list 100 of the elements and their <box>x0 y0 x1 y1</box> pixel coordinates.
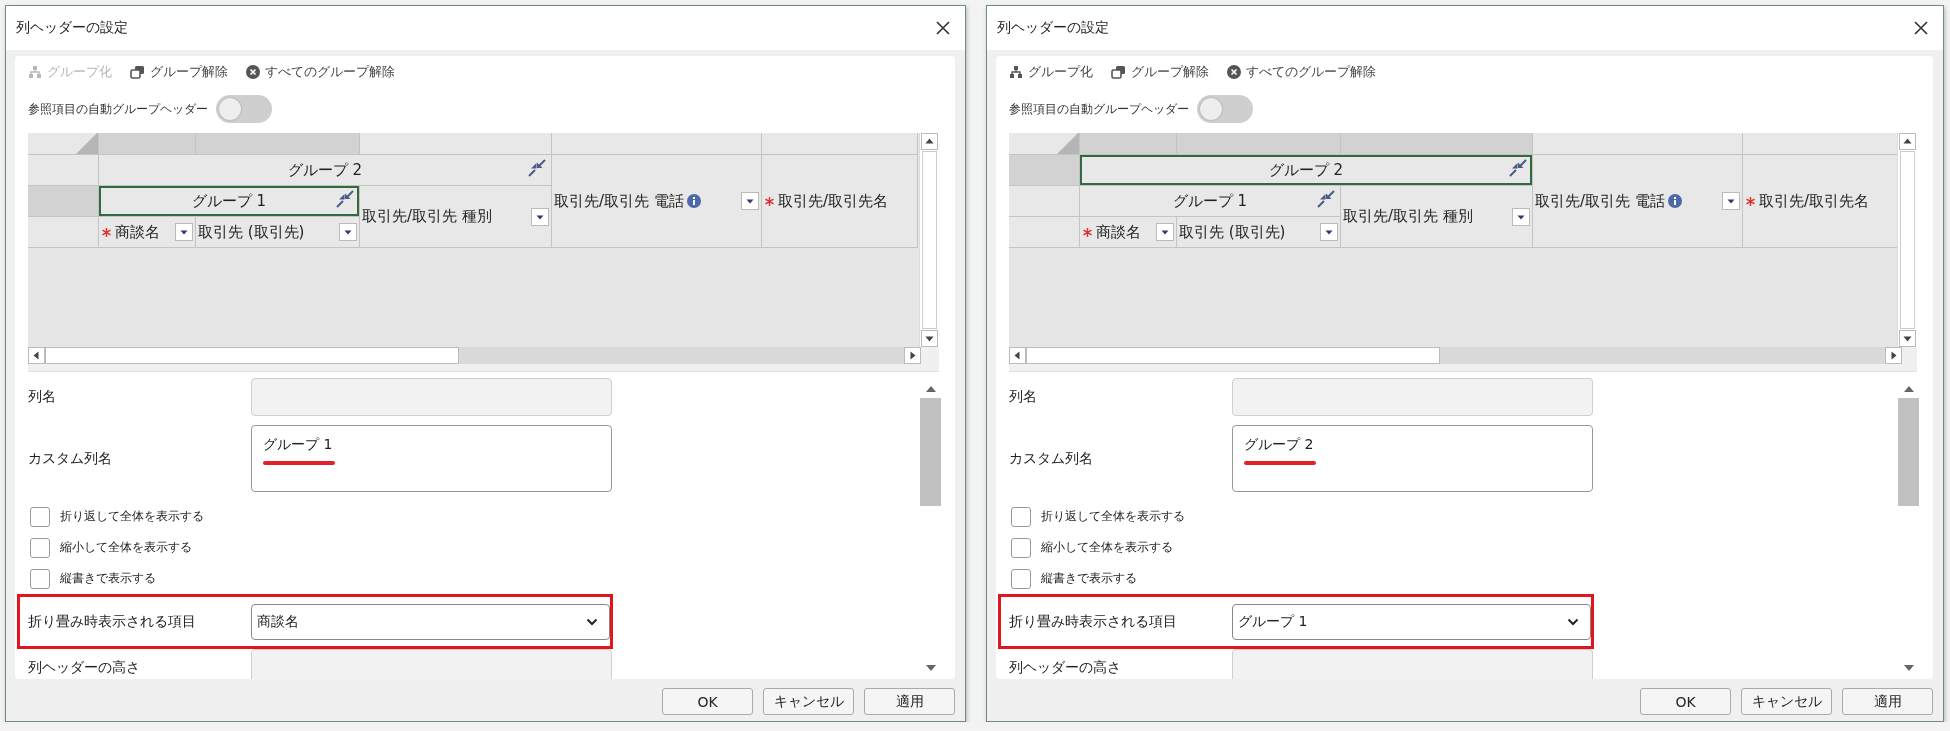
dropdown-button[interactable] <box>1512 207 1530 226</box>
column-selector-cell[interactable] <box>360 133 552 155</box>
column-header[interactable]: 取引先/取引先 種別 <box>360 186 552 248</box>
scroll-thumb[interactable] <box>920 398 941 506</box>
column-header-label: 取引先 (取引先) <box>1179 222 1286 242</box>
dialog-title: 列ヘッダーの設定 <box>16 19 128 37</box>
dropdown-button[interactable] <box>339 223 357 241</box>
checkbox[interactable] <box>30 568 50 589</box>
scroll-right-icon[interactable] <box>1885 347 1902 364</box>
horizontal-scrollbar[interactable] <box>1009 347 1902 364</box>
scroll-left-icon[interactable] <box>1009 347 1026 364</box>
toggle-label: 参照項目の自動グループヘッダー <box>28 100 208 118</box>
row-selector-cell[interactable] <box>1009 155 1080 186</box>
scroll-up-icon[interactable] <box>1902 384 1915 394</box>
dropdown-button[interactable] <box>1722 192 1740 210</box>
group-header[interactable]: グループ 2 <box>1080 155 1533 186</box>
dropdown-button[interactable] <box>1320 223 1338 241</box>
checkbox[interactable] <box>30 537 50 558</box>
collapse-icon[interactable] <box>528 159 546 177</box>
dialog-button[interactable]: キャンセル <box>1741 688 1832 715</box>
toolbar-button[interactable]: グループ解除 <box>1111 63 1209 81</box>
horizontal-scrollbar[interactable] <box>28 347 921 364</box>
toggle-label: 参照項目の自動グループヘッダー <box>1009 100 1189 118</box>
scroll-thumb[interactable] <box>1898 398 1919 506</box>
group-header[interactable]: グループ 1 <box>99 186 360 217</box>
dialog-button[interactable]: キャンセル <box>763 688 854 715</box>
text-area[interactable]: グループ 1 <box>251 425 612 492</box>
text-area[interactable]: グループ 2 <box>1232 425 1593 492</box>
field-label: 列名 <box>28 388 57 406</box>
column-selector-cell[interactable] <box>1080 133 1177 155</box>
row-selector-cell[interactable] <box>1009 186 1080 217</box>
column-header[interactable]: 取引先 (取引先) <box>196 217 360 248</box>
scroll-down-icon[interactable] <box>1902 663 1915 673</box>
checkbox[interactable] <box>1011 506 1031 527</box>
dialog-button[interactable]: 適用 <box>1842 688 1933 715</box>
select-field[interactable]: 商談名 <box>251 603 610 640</box>
row-selector-cell[interactable] <box>28 155 99 186</box>
dropdown-button[interactable] <box>741 192 759 210</box>
column-header[interactable]: 商談名 <box>1080 217 1177 248</box>
vertical-scrollbar[interactable] <box>919 133 939 347</box>
group-header-label: グループ 2 <box>1268 160 1344 180</box>
scroll-up-icon[interactable] <box>921 133 938 150</box>
scroll-thumb[interactable] <box>1026 347 1441 364</box>
toolbar-button[interactable]: グループ解除 <box>130 63 228 81</box>
dropdown-button[interactable] <box>1156 223 1174 241</box>
column-header[interactable]: 取引先/取引先 電話 <box>1533 155 1743 248</box>
scroll-right-icon[interactable] <box>904 347 921 364</box>
dropdown-button[interactable] <box>531 207 549 226</box>
close-icon[interactable] <box>935 20 951 36</box>
dropdown-button[interactable] <box>175 223 193 241</box>
copy-icon <box>130 65 145 79</box>
scroll-up-icon[interactable] <box>1899 133 1916 150</box>
dialog-button[interactable]: OK <box>1640 688 1731 715</box>
checkbox[interactable] <box>30 506 50 527</box>
collapse-icon[interactable] <box>1317 190 1335 208</box>
column-selector-cell[interactable] <box>1341 133 1533 155</box>
dialog-button[interactable]: 適用 <box>864 688 955 715</box>
close-icon[interactable] <box>1913 20 1929 36</box>
toggle-switch[interactable] <box>216 95 272 123</box>
row-selector-cell[interactable] <box>28 186 99 217</box>
column-header[interactable]: 取引先 (取引先) <box>1177 217 1341 248</box>
column-header[interactable]: 取引先/取引先 電話 <box>552 155 762 248</box>
vertical-scrollbar[interactable] <box>1897 133 1917 347</box>
checkbox-label: 折り返して全体を表示する <box>60 508 204 525</box>
column-selector-cell[interactable] <box>1533 133 1743 155</box>
column-header[interactable]: 取引先/取引先 種別 <box>1341 186 1533 248</box>
select-all-cell[interactable] <box>1009 133 1080 155</box>
dialog-button[interactable]: OK <box>662 688 753 715</box>
column-selector-cell[interactable] <box>196 133 360 155</box>
scroll-thumb[interactable] <box>45 347 460 364</box>
toggle-switch[interactable] <box>1197 95 1253 123</box>
column-selector-cell[interactable] <box>762 133 918 155</box>
toolbar-button[interactable]: すべてのグループ解除 <box>246 63 395 81</box>
column-selector-cell[interactable] <box>99 133 196 155</box>
column-selector-cell[interactable] <box>552 133 762 155</box>
column-selector-cell[interactable] <box>1177 133 1341 155</box>
field-label: 折り畳み時表示される項目 <box>28 612 197 631</box>
toolbar-button[interactable]: グループ化 <box>1009 63 1093 81</box>
scroll-left-icon[interactable] <box>28 347 45 364</box>
field-label: 折り畳み時表示される項目 <box>1009 612 1178 631</box>
row-selector-cell[interactable] <box>1009 217 1080 248</box>
select-all-cell[interactable] <box>28 133 99 155</box>
required-icon <box>1082 226 1093 238</box>
field-label: 列名 <box>1009 388 1038 406</box>
select-field[interactable]: グループ 1 <box>1232 603 1591 640</box>
column-header[interactable]: 取引先/取引先名 <box>762 155 918 248</box>
collapse-icon[interactable] <box>336 190 354 208</box>
scroll-up-icon[interactable] <box>924 384 937 394</box>
column-header[interactable]: 商談名 <box>99 217 196 248</box>
checkbox[interactable] <box>1011 537 1031 558</box>
group-header[interactable]: グループ 2 <box>99 155 552 186</box>
checkbox[interactable] <box>1011 568 1031 589</box>
select-value: 商談名 <box>257 612 299 631</box>
scroll-down-icon[interactable] <box>1899 330 1916 347</box>
group-header[interactable]: グループ 1 <box>1080 186 1341 217</box>
row-selector-cell[interactable] <box>28 217 99 248</box>
toolbar-button[interactable]: すべてのグループ解除 <box>1227 63 1376 81</box>
scroll-down-icon[interactable] <box>921 330 938 347</box>
scroll-down-icon[interactable] <box>924 663 937 673</box>
collapse-icon[interactable] <box>1509 159 1527 177</box>
